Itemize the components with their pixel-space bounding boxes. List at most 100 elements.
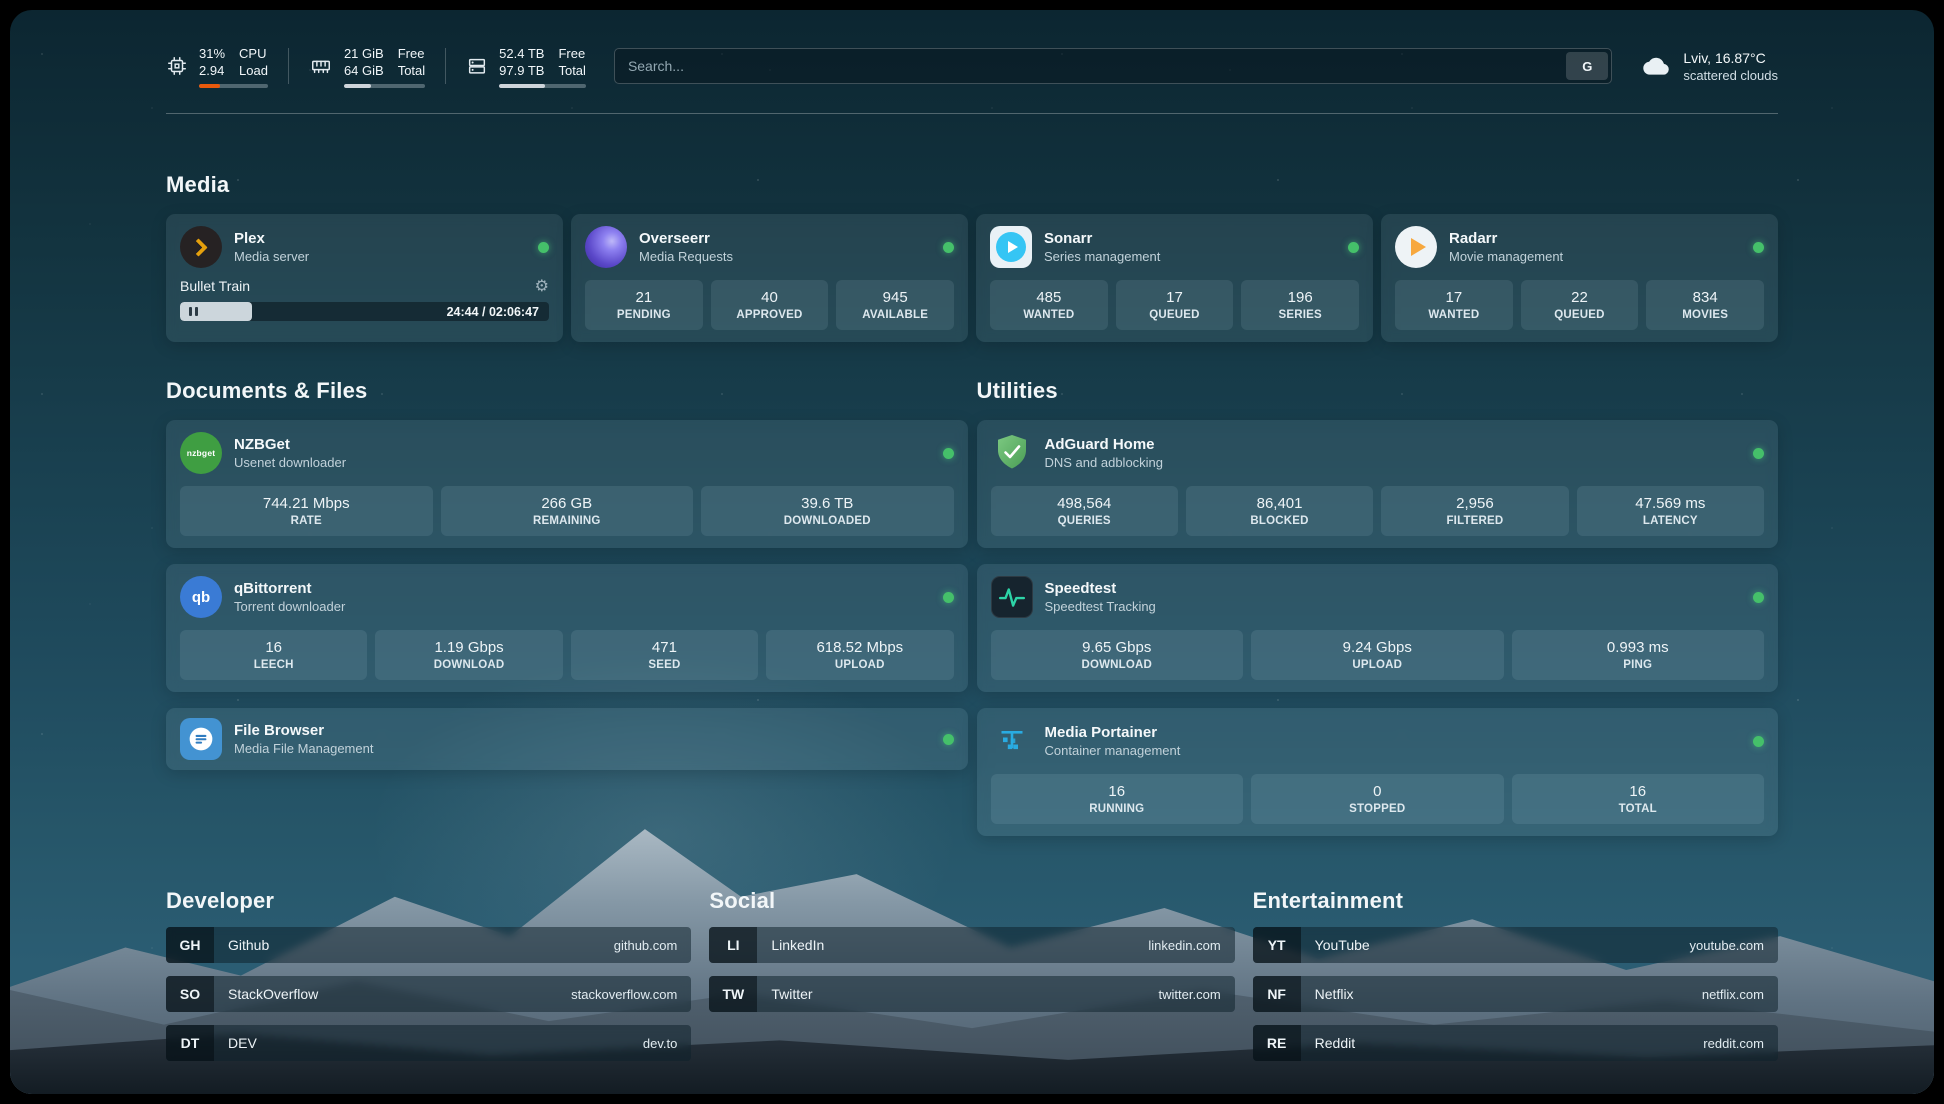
- memory-icon: [309, 55, 333, 77]
- stat-value: 485: [994, 288, 1104, 308]
- app-card-qbittorrent[interactable]: qb qBittorrent Torrent downloader 16 LEE…: [166, 564, 968, 692]
- app-subtitle: Torrent downloader: [234, 598, 345, 615]
- top-bar: 31% 2.94 CPU Load: [166, 40, 1778, 92]
- media-player-bar[interactable]: 24:44 / 02:06:47: [180, 302, 549, 321]
- filebrowser-icon: [180, 718, 222, 760]
- storage-total: 97.9 TB: [499, 62, 544, 79]
- qbittorrent-wordmark: qb: [192, 589, 210, 606]
- adguard-icon: [991, 432, 1033, 474]
- app-card-sonarr[interactable]: Sonarr Series management 485 WANTED: [976, 214, 1373, 342]
- bookmark-dev[interactable]: DT DEV dev.to: [166, 1025, 691, 1061]
- stat-label: FILTERED: [1385, 514, 1564, 529]
- stat-box: 22 QUEUED: [1521, 280, 1639, 330]
- nzbget-icon: nzbget: [180, 432, 222, 474]
- stat-value: 266 GB: [445, 494, 690, 514]
- app-card-radarr[interactable]: Radarr Movie management 17 WANTED 2: [1381, 214, 1778, 342]
- cpu-label-2: Load: [239, 62, 268, 79]
- stat-box: 0 STOPPED: [1251, 774, 1504, 824]
- search-input[interactable]: [628, 58, 1566, 74]
- stat-value: 834: [1650, 288, 1760, 308]
- app-card-nzbget[interactable]: nzbget NZBGet Usenet downloader 744.21 M…: [166, 420, 968, 548]
- memory-widget: 21 GiB 64 GiB Free Total: [309, 45, 425, 88]
- cpu-widget: 31% 2.94 CPU Load: [166, 45, 268, 88]
- section-title-developer: Developer: [166, 888, 691, 914]
- stat-value: 22: [1525, 288, 1635, 308]
- memory-free: 21 GiB: [344, 45, 384, 62]
- stat-value: 39.6 TB: [705, 494, 950, 514]
- player-progress-fill[interactable]: [180, 302, 252, 321]
- app-name: Sonarr: [1044, 229, 1160, 248]
- bookmark-linkedin[interactable]: LI LinkedIn linkedin.com: [709, 927, 1234, 963]
- online-status-dot: [943, 592, 954, 603]
- stat-box: 485 WANTED: [990, 280, 1108, 330]
- section-social: Social LI LinkedIn linkedin.com TW Twitt…: [709, 888, 1234, 1012]
- stat-box: 47.569 ms LATENCY: [1577, 486, 1764, 536]
- app-card-portainer[interactable]: Media Portainer Container management 16 …: [977, 708, 1779, 836]
- stat-box: 16 RUNNING: [991, 774, 1244, 824]
- section-entertainment: Entertainment YT YouTube youtube.com NF …: [1253, 888, 1778, 1061]
- app-card-plex[interactable]: Plex Media server Bullet Train ⚙: [166, 214, 563, 342]
- bookmark-reddit[interactable]: RE Reddit reddit.com: [1253, 1025, 1778, 1061]
- stats-row: 485 WANTED 17 QUEUED 196 SERIES: [990, 280, 1359, 330]
- card-header: Overseerr Media Requests: [585, 226, 954, 268]
- stat-label: RATE: [184, 514, 429, 529]
- bookmark-abbr: LI: [709, 927, 757, 963]
- section-title-social: Social: [709, 888, 1234, 914]
- app-card-filebrowser[interactable]: File Browser Media File Management: [166, 708, 968, 770]
- app-name: Media Portainer: [1045, 723, 1181, 742]
- app-titles: qBittorrent Torrent downloader: [234, 579, 345, 615]
- gear-icon[interactable]: ⚙: [535, 278, 549, 294]
- stat-label: QUEUED: [1525, 308, 1635, 323]
- cpu-progress-track: [199, 84, 268, 88]
- stats-row: 17 WANTED 22 QUEUED 834 MOVIES: [1395, 280, 1764, 330]
- card-header: Sonarr Series management: [990, 226, 1359, 268]
- app-name: Overseerr: [639, 229, 733, 248]
- stat-label: SEED: [575, 658, 754, 673]
- bookmark-github[interactable]: GH Github github.com: [166, 927, 691, 963]
- card-header: qb qBittorrent Torrent downloader: [180, 576, 954, 618]
- bookmark-netflix[interactable]: NF Netflix netflix.com: [1253, 976, 1778, 1012]
- dashboard-background: 31% 2.94 CPU Load: [10, 10, 1934, 1094]
- online-status-dot: [943, 242, 954, 253]
- stats-row: 16 LEECH 1.19 Gbps DOWNLOAD 471 SEED: [180, 630, 954, 680]
- stat-box: 40 APPROVED: [711, 280, 829, 330]
- section-title-documents: Documents & Files: [166, 378, 968, 404]
- search-engine-button[interactable]: G: [1566, 52, 1608, 80]
- dashboard-content: 31% 2.94 CPU Load: [166, 10, 1778, 1061]
- stat-label: QUERIES: [995, 514, 1174, 529]
- speedtest-icon: [991, 576, 1033, 618]
- app-subtitle: Media server: [234, 248, 309, 265]
- stat-box: 17 QUEUED: [1116, 280, 1234, 330]
- section-title-media: Media: [166, 172, 1778, 198]
- cpu-label: CPU: [239, 45, 268, 62]
- bookmark-twitter[interactable]: TW Twitter twitter.com: [709, 976, 1234, 1012]
- stat-value: 16: [1516, 782, 1761, 802]
- stat-label: LATENCY: [1581, 514, 1760, 529]
- stat-label: PING: [1516, 658, 1761, 673]
- search-bar[interactable]: G: [614, 48, 1612, 84]
- storage-widget: 52.4 TB 97.9 TB Free Total: [466, 45, 586, 88]
- stat-label: SERIES: [1245, 308, 1355, 323]
- stat-value: 2,956: [1385, 494, 1564, 514]
- app-card-overseerr[interactable]: Overseerr Media Requests 21 PENDING: [571, 214, 968, 342]
- now-playing-row: Bullet Train ⚙: [180, 278, 549, 294]
- app-card-speedtest[interactable]: Speedtest Speedtest Tracking 9.65 Gbps D…: [977, 564, 1779, 692]
- app-subtitle: Usenet downloader: [234, 454, 346, 471]
- bookmark-youtube[interactable]: YT YouTube youtube.com: [1253, 927, 1778, 963]
- radarr-icon: [1395, 226, 1437, 268]
- app-card-adguard[interactable]: AdGuard Home DNS and adblocking 498,564 …: [977, 420, 1779, 548]
- bookmark-name: StackOverflow: [228, 986, 318, 1002]
- card-header: Radarr Movie management: [1395, 226, 1764, 268]
- app-subtitle: Media File Management: [234, 740, 373, 757]
- stat-value: 618.52 Mbps: [770, 638, 949, 658]
- stat-value: 16: [184, 638, 363, 658]
- separator: [445, 48, 446, 84]
- cpu-readout: 31% 2.94 CPU Load: [199, 45, 268, 88]
- pause-icon: [195, 307, 198, 316]
- storage-readout: 52.4 TB 97.9 TB Free Total: [499, 45, 586, 88]
- bookmark-abbr: NF: [1253, 976, 1301, 1012]
- cpu-progress-fill: [199, 84, 220, 88]
- app-name: NZBGet: [234, 435, 346, 454]
- cpu-percent: 31%: [199, 45, 225, 62]
- bookmark-stackoverflow[interactable]: SO StackOverflow stackoverflow.com: [166, 976, 691, 1012]
